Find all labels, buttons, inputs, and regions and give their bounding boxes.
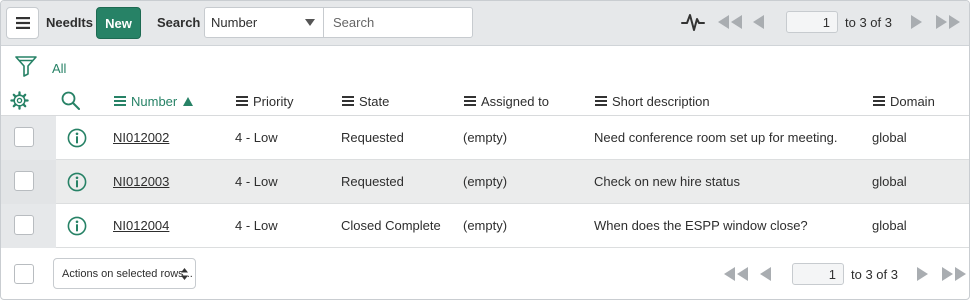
row-select-cell — [1, 160, 56, 204]
first-page-icon[interactable] — [717, 15, 743, 29]
row-checkbox[interactable] — [14, 215, 34, 235]
hamburger-icon — [15, 17, 30, 29]
new-button[interactable]: New — [96, 7, 141, 39]
priority-cell: 4 - Low — [235, 218, 278, 233]
chevron-down-icon — [305, 19, 315, 26]
hamburger-icon[interactable] — [873, 96, 885, 106]
first-page-icon[interactable] — [723, 267, 749, 281]
domain-cell: global — [872, 130, 907, 145]
list-menu-button[interactable] — [6, 7, 39, 39]
row-checkbox[interactable] — [14, 127, 34, 147]
table-row[interactable]: NI012002 4 - Low Requested (empty) Need … — [1, 116, 969, 160]
column-header-assigned-to[interactable]: Assigned to — [464, 93, 549, 109]
table-row[interactable]: NI012004 4 - Low Closed Complete (empty)… — [1, 204, 969, 248]
next-page-icon[interactable] — [910, 15, 922, 29]
last-page-icon[interactable] — [941, 267, 967, 281]
state-cell: Requested — [341, 174, 404, 189]
search-icon[interactable] — [61, 91, 80, 110]
search-field-select[interactable]: Number — [204, 7, 324, 38]
sort-up-icon — [183, 96, 194, 106]
page-range: to 3 of 3 — [845, 15, 892, 30]
list-view: NeedIts New Search Number to 3 of 3 — [0, 0, 970, 300]
updown-icon — [181, 268, 188, 280]
breadcrumb-all[interactable]: All — [52, 61, 66, 76]
info-circle-icon[interactable] — [67, 128, 87, 148]
search-label: Search — [157, 15, 201, 30]
hamburger-icon[interactable] — [342, 96, 354, 106]
column-label-domain: Domain — [890, 93, 935, 109]
hamburger-icon[interactable] — [114, 96, 126, 106]
table-row[interactable]: NI012003 4 - Low Requested (empty) Check… — [1, 160, 969, 204]
list-header: NeedIts New Search Number to 3 of 3 — [1, 1, 969, 46]
column-label-state: State — [359, 93, 390, 109]
search-input[interactable] — [323, 7, 473, 38]
record-number-link[interactable]: NI012002 — [113, 130, 169, 145]
footer-page-number-input[interactable] — [792, 263, 844, 285]
column-label-short-description: Short description — [612, 93, 710, 109]
hamburger-icon[interactable] — [464, 96, 476, 106]
column-header-priority[interactable]: Priority — [236, 93, 293, 109]
list-title: NeedIts — [46, 15, 93, 30]
priority-cell: 4 - Low — [235, 174, 278, 189]
record-number-link[interactable]: NI012003 — [113, 174, 169, 189]
search-field-value: Number — [211, 15, 258, 30]
state-cell: Closed Complete — [341, 218, 441, 233]
row-select-cell — [1, 204, 56, 248]
select-all-checkbox[interactable] — [14, 264, 34, 284]
assigned-to-cell: (empty) — [463, 174, 508, 189]
actions-select[interactable]: Actions on selected rows... — [53, 258, 196, 289]
previous-page-icon[interactable] — [753, 15, 765, 29]
row-checkbox[interactable] — [14, 171, 34, 191]
record-number-link[interactable]: NI012004 — [113, 218, 169, 233]
domain-cell: global — [872, 218, 907, 233]
short-description-cell: Need conference room set up for meeting. — [594, 130, 838, 145]
state-cell: Requested — [341, 130, 404, 145]
page-number-input[interactable] — [786, 11, 838, 33]
activity-stream-icon[interactable] — [681, 11, 705, 33]
funnel-icon[interactable] — [15, 55, 37, 77]
domain-cell: global — [872, 174, 907, 189]
last-page-icon[interactable] — [935, 15, 961, 29]
next-page-icon[interactable] — [916, 267, 928, 281]
previous-page-icon[interactable] — [760, 267, 772, 281]
short-description-cell: Check on new hire status — [594, 174, 740, 189]
column-header-state[interactable]: State — [342, 93, 389, 109]
gear-icon[interactable] — [10, 91, 29, 110]
actions-select-label: Actions on selected rows... — [62, 267, 193, 280]
column-label-priority: Priority — [253, 93, 294, 109]
row-select-cell — [1, 116, 56, 160]
assigned-to-cell: (empty) — [463, 130, 508, 145]
info-circle-icon[interactable] — [67, 172, 87, 192]
priority-cell: 4 - Low — [235, 130, 278, 145]
column-label-assigned-to: Assigned to — [481, 93, 549, 109]
column-header-number[interactable]: Number — [114, 93, 194, 109]
column-header-domain[interactable]: Domain — [873, 93, 935, 109]
footer-page-range: to 3 of 3 — [851, 267, 898, 282]
info-circle-icon[interactable] — [67, 216, 87, 236]
column-label-number: Number — [131, 93, 178, 109]
column-header-short-description[interactable]: Short description — [595, 93, 710, 109]
assigned-to-cell: (empty) — [463, 218, 508, 233]
hamburger-icon[interactable] — [595, 96, 607, 106]
short-description-cell: When does the ESPP window close? — [594, 218, 808, 233]
hamburger-icon[interactable] — [236, 96, 248, 106]
